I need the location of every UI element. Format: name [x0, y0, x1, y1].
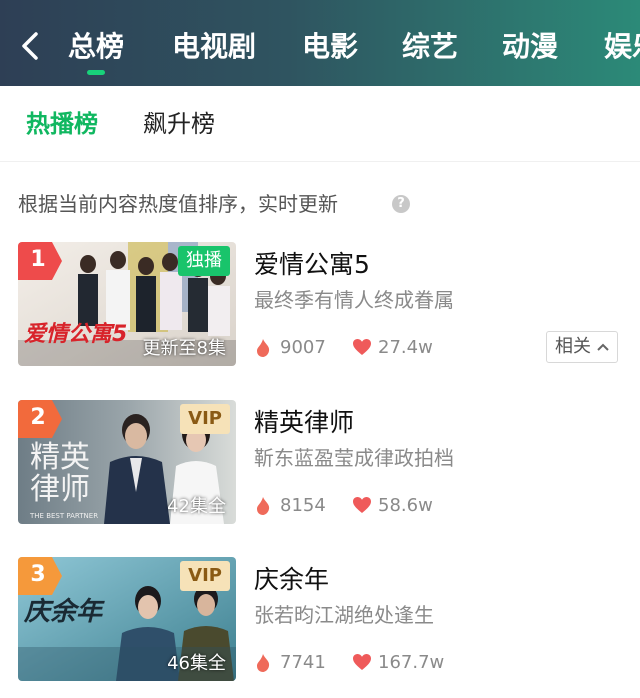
flame-icon: [257, 497, 270, 515]
rank-badge: 1: [18, 242, 62, 280]
vip-badge: VIP: [180, 561, 230, 591]
chevron-up-icon: [597, 343, 609, 351]
tab-rising[interactable]: 飙升榜: [143, 108, 215, 140]
heart-icon: [353, 654, 371, 670]
episode-count: 42集全: [167, 496, 226, 517]
vip-badge: VIP: [180, 404, 230, 434]
category-tab-anime[interactable]: 动漫: [502, 29, 558, 65]
show-subtitle: 靳东蓝盈莹成律政拍档: [254, 446, 454, 470]
ranking-item[interactable]: 2 精英律师 THE BEST PARTNER VIP 42集全 精英律师 靳东…: [0, 400, 640, 540]
question-mark-icon[interactable]: ?: [392, 195, 410, 213]
heart-icon: [353, 339, 371, 355]
episode-count: 更新至8集: [142, 338, 226, 359]
category-tab-entertainment[interactable]: 娱乐: [604, 29, 640, 65]
episode-count: 46集全: [167, 653, 226, 674]
exclusive-badge: 独播: [178, 246, 230, 276]
ranking-item[interactable]: 3 庆余年 VIP 46集全 庆余年 张若昀江湖绝处逢生 7741 167.7w: [0, 557, 640, 697]
show-title[interactable]: 爱情公寓5: [254, 248, 370, 282]
flame-icon: [257, 654, 270, 672]
poster-thumbnail[interactable]: 3 庆余年 VIP 46集全: [18, 557, 236, 681]
category-tab-movies[interactable]: 电影: [302, 29, 358, 65]
poster-logo: 庆余年: [24, 597, 103, 627]
likes-value: 27.4w: [378, 337, 433, 358]
show-subtitle: 最终季有情人终成眷属: [254, 288, 454, 312]
heat-value: 9007: [280, 337, 326, 358]
rank-badge: 2: [18, 400, 62, 438]
heat-value: 8154: [280, 495, 326, 516]
likes-value: 167.7w: [378, 652, 445, 673]
rank-badge: 3: [18, 557, 62, 595]
back-button[interactable]: [16, 30, 44, 62]
show-title[interactable]: 精英律师: [254, 406, 354, 440]
sub-tab-bar: 热播榜 飙升榜: [0, 86, 640, 162]
category-tab-tv-series[interactable]: 电视剧: [172, 29, 256, 65]
flame-icon: [257, 339, 270, 357]
heat-value: 7741: [280, 652, 326, 673]
heart-icon: [353, 497, 371, 513]
category-tab-variety[interactable]: 综艺: [402, 29, 458, 65]
poster-thumbnail[interactable]: 1 独播 爱情公寓5 更新至8集: [18, 242, 236, 366]
poster-thumbnail[interactable]: 2 精英律师 THE BEST PARTNER VIP 42集全: [18, 400, 236, 524]
show-title[interactable]: 庆余年: [254, 563, 329, 597]
tab-hot-play[interactable]: 热播榜: [26, 108, 98, 140]
poster-logo: 爱情公寓5: [24, 322, 128, 347]
ranking-item[interactable]: 1 独播 爱情公寓5 更新至8集 爱情公寓5 最终季有情人终成眷属 9007 2…: [0, 242, 640, 382]
show-subtitle: 张若昀江湖绝处逢生: [254, 603, 434, 627]
related-button[interactable]: 相关: [546, 331, 618, 363]
top-navigation-bar: 总榜 电视剧 电影 综艺 动漫 娱乐: [0, 0, 640, 86]
likes-value: 58.6w: [378, 495, 433, 516]
poster-english-title: THE BEST PARTNER: [30, 512, 99, 520]
chevron-left-icon: [22, 32, 38, 60]
related-label: 相关: [555, 336, 591, 357]
category-tab-overall[interactable]: 总榜: [68, 29, 124, 75]
poster-logo: 精英律师: [30, 440, 90, 507]
ranking-note: 根据当前内容热度值排序，实时更新: [18, 192, 338, 216]
